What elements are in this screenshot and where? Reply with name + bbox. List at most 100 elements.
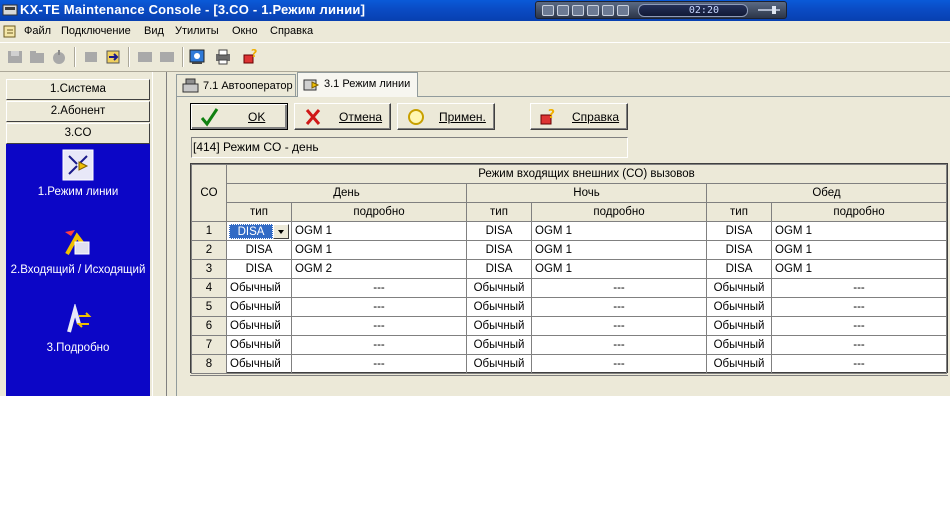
detail-cell[interactable]: OGM 1 [531, 240, 707, 260]
type-cell[interactable]: Обычный [226, 316, 292, 336]
disconnect-icon[interactable] [82, 48, 100, 66]
type-cell[interactable]: DISA [706, 240, 772, 260]
tab-line-mode[interactable]: 3.1 Режим линии [297, 72, 418, 97]
detail-cell[interactable]: --- [291, 354, 467, 374]
type-cell[interactable]: DISA [466, 221, 532, 241]
sidebar-item-details[interactable]: 3.Подробно [6, 304, 150, 354]
type-cell[interactable]: Обычный [706, 278, 772, 298]
type-cell[interactable]: DISA [226, 221, 292, 241]
menu-connect[interactable]: Подключение [61, 25, 131, 37]
menu-help[interactable]: Справка [270, 25, 313, 37]
type-cell[interactable]: Обычный [466, 297, 532, 317]
type-cell[interactable]: DISA [706, 221, 772, 241]
type-cell[interactable]: Обычный [466, 316, 532, 336]
detail-cell[interactable]: --- [531, 297, 707, 317]
col-header-type: тип [706, 202, 772, 222]
type-cell[interactable]: DISA [226, 240, 292, 260]
sidebar: 1.Система 2.Абонент 3.CO 1.Режим линии 2… [0, 72, 166, 396]
media-player-bar[interactable]: 02:20 [535, 1, 787, 19]
import-icon[interactable] [158, 48, 176, 66]
type-cell[interactable]: Обычный [466, 354, 532, 374]
sidebar-item-in-out[interactable]: 2.Входящий / Исходящий [6, 226, 150, 276]
sidebar-section-co[interactable]: 3.CO [6, 123, 150, 144]
sidebar-scrollbar[interactable] [152, 72, 166, 396]
print-icon[interactable] [214, 48, 232, 66]
detail-cell[interactable]: --- [771, 297, 947, 317]
grid-horizontal-scrollbar[interactable] [190, 375, 948, 381]
document-icon[interactable] [2, 24, 18, 39]
type-cell[interactable]: Обычный [226, 297, 292, 317]
detail-cell[interactable]: --- [291, 297, 467, 317]
detail-cell[interactable]: --- [531, 316, 707, 336]
eject-icon[interactable] [617, 5, 629, 16]
transfer-icon[interactable] [104, 48, 122, 66]
detail-cell[interactable]: --- [291, 335, 467, 355]
row-number: 3 [191, 259, 227, 279]
type-cell[interactable]: Обычный [706, 297, 772, 317]
period-header-day: День [226, 183, 467, 203]
menu-utilities[interactable]: Утилиты [175, 25, 219, 37]
connect-icon[interactable] [50, 48, 68, 66]
tab-auto-attendant[interactable]: 7.1 Автооператор [176, 74, 296, 96]
type-cell[interactable]: DISA [466, 259, 532, 279]
next-icon[interactable] [602, 5, 614, 16]
detail-cell[interactable]: OGM 1 [531, 221, 707, 241]
menu-view[interactable]: Вид [144, 25, 164, 37]
detail-cell[interactable]: --- [531, 335, 707, 355]
type-cell[interactable]: Обычный [466, 278, 532, 298]
detail-cell[interactable]: OGM 1 [771, 240, 947, 260]
detail-cell[interactable]: OGM 1 [771, 259, 947, 279]
cancel-button[interactable]: Отмена [294, 103, 391, 130]
detail-cell[interactable]: OGM 1 [771, 221, 947, 241]
detail-cell[interactable]: --- [771, 278, 947, 298]
auto-attendant-icon [182, 78, 199, 93]
type-cell[interactable]: DISA [466, 240, 532, 260]
detail-cell[interactable]: --- [291, 278, 467, 298]
type-cell[interactable]: DISA [226, 259, 292, 279]
type-cell[interactable]: Обычный [706, 335, 772, 355]
export-icon[interactable] [136, 48, 154, 66]
type-cell[interactable]: Обычный [706, 354, 772, 374]
stop-icon[interactable] [572, 5, 584, 16]
detail-cell[interactable]: OGM 1 [291, 240, 467, 260]
type-cell[interactable]: Обычный [466, 335, 532, 355]
detail-cell[interactable]: --- [291, 316, 467, 336]
tab-content: OK Отмена Примен. ? Справка [414] Режим … [176, 96, 950, 396]
menu-window[interactable]: Окно [232, 25, 258, 37]
open-icon[interactable] [28, 48, 46, 66]
sidebar-section-system[interactable]: 1.Система [6, 79, 150, 100]
play-icon[interactable] [542, 5, 554, 16]
type-cell[interactable]: Обычный [226, 278, 292, 298]
type-dropdown[interactable]: DISA [228, 223, 290, 240]
menu-file[interactable]: Файл [24, 25, 51, 37]
chevron-down-icon[interactable] [273, 223, 289, 239]
sidebar-item-label: 2.Входящий / Исходящий [10, 264, 146, 276]
apply-button[interactable]: Примен. [397, 103, 495, 130]
ok-button[interactable]: OK [190, 103, 288, 130]
type-cell[interactable]: Обычный [226, 354, 292, 374]
save-icon[interactable] [6, 48, 24, 66]
type-cell[interactable]: Обычный [226, 335, 292, 355]
detail-cell[interactable]: OGM 1 [531, 259, 707, 279]
detail-cell[interactable]: --- [771, 335, 947, 355]
detail-cell[interactable]: --- [531, 278, 707, 298]
detail-cell[interactable]: --- [531, 354, 707, 374]
type-cell[interactable]: DISA [706, 259, 772, 279]
detail-cell[interactable]: OGM 2 [291, 259, 467, 279]
help-icon[interactable]: ? [242, 48, 260, 66]
detail-cell[interactable]: --- [771, 316, 947, 336]
type-cell[interactable]: Обычный [706, 316, 772, 336]
detail-cell[interactable]: --- [771, 354, 947, 374]
title-bar[interactable]: KX-TE Maintenance Console - [3.CO - 1.Ре… [0, 0, 950, 21]
sidebar-section-extension[interactable]: 2.Абонент [6, 101, 150, 122]
media-time: 02:20 [638, 4, 748, 17]
volume-icon[interactable] [758, 5, 780, 16]
help-button[interactable]: ? Справка [530, 103, 628, 130]
menu-bar: Файл Подключение Вид Утилиты Окно Справк… [0, 21, 950, 42]
sidebar-item-line-mode[interactable]: 1.Режим линии [6, 148, 150, 198]
row-number: 8 [191, 354, 227, 374]
preview-icon[interactable] [188, 48, 206, 66]
pause-icon[interactable] [557, 5, 569, 16]
prev-icon[interactable] [587, 5, 599, 16]
detail-cell[interactable]: OGM 1 [291, 221, 467, 241]
